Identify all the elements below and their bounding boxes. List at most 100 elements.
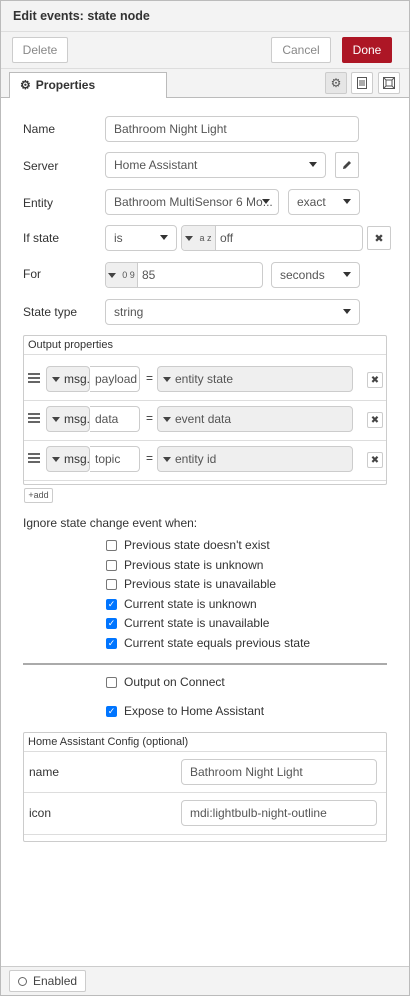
config-key: name: [29, 765, 60, 779]
dialog-footer: Enabled: [1, 966, 409, 995]
value-select[interactable]: event data: [157, 406, 353, 432]
if-state-type-button[interactable]: a z: [182, 226, 216, 250]
ha-config-row: name Bathroom Night Light: [24, 752, 386, 793]
output-on-connect-option[interactable]: Output on Connect: [106, 674, 225, 690]
ignore-option[interactable]: Previous state doesn't exist: [106, 537, 270, 553]
done-button[interactable]: Done: [342, 37, 392, 63]
ignore-option[interactable]: Previous state is unavailable: [106, 576, 276, 592]
close-icon[interactable]: ✖: [367, 452, 383, 468]
ignore-option[interactable]: ✓ Current state is unavailable: [106, 615, 269, 631]
ignore-option[interactable]: ✓ Current state equals previous state: [106, 635, 310, 651]
drag-handle-icon[interactable]: [28, 413, 40, 425]
config-value-input[interactable]: Bathroom Night Light: [181, 759, 377, 785]
enabled-toggle[interactable]: Enabled: [9, 970, 87, 992]
chevron-down-icon: [185, 235, 194, 241]
drag-handle-icon[interactable]: [28, 373, 40, 385]
checkbox-checked[interactable]: ✓: [106, 598, 117, 610]
tabs-bar: ⚙ Properties ⚙: [1, 69, 409, 98]
cancel-button[interactable]: Cancel: [271, 37, 331, 63]
if-state-label: If state: [23, 231, 60, 245]
msg-type-button[interactable]: msg.: [46, 366, 90, 392]
checkbox-checked[interactable]: ✓: [106, 617, 117, 629]
msg-prefix: msg.: [64, 452, 91, 466]
config-value-input[interactable]: mdi:lightbulb-night-outline: [181, 800, 377, 826]
tab-properties[interactable]: ⚙ Properties: [9, 72, 167, 98]
msg-prefix: msg.: [64, 372, 91, 386]
drag-handle-icon[interactable]: [28, 453, 40, 465]
server-select[interactable]: Home Assistant: [105, 152, 326, 178]
property-input[interactable]: topic: [90, 446, 140, 472]
checkbox-label: Current state is unavailable: [124, 616, 270, 630]
property-input[interactable]: payload: [90, 366, 140, 392]
entity-label: Entity: [23, 196, 54, 210]
for-unit-select[interactable]: seconds: [271, 262, 360, 288]
string-type-icon: a z: [199, 232, 212, 243]
ignore-heading: Ignore state change event when:: [23, 516, 198, 530]
close-icon[interactable]: ✖: [367, 226, 391, 250]
gear-icon[interactable]: ⚙: [325, 72, 347, 94]
output-property-row: msg. data = event data ✖: [24, 400, 386, 441]
value-select[interactable]: entity state: [157, 366, 353, 392]
if-state-value: off: [220, 231, 234, 245]
for-typed-input[interactable]: 0 9 85: [105, 262, 263, 288]
appearance-icon[interactable]: [378, 72, 400, 94]
checkbox[interactable]: [106, 539, 117, 551]
tab-properties-label: Properties: [35, 78, 96, 92]
for-value: 85: [142, 268, 156, 282]
checkbox-label: Previous state is unknown: [124, 558, 264, 572]
checkbox-label: Current state equals previous state: [124, 636, 311, 650]
checkbox[interactable]: [106, 676, 117, 688]
radio-icon: [18, 976, 27, 986]
for-type-button[interactable]: 0 9: [106, 263, 138, 287]
state-type-select[interactable]: string: [105, 299, 360, 325]
checkbox-label: Current state is unknown: [124, 597, 257, 611]
checkbox-label: Output on Connect: [124, 675, 225, 689]
entity-match-select[interactable]: exact: [288, 189, 360, 215]
checkbox-label: Previous state doesn't exist: [124, 538, 270, 552]
property-input[interactable]: data: [90, 406, 140, 432]
for-label: For: [23, 267, 41, 281]
divider: [23, 663, 387, 665]
description-icon[interactable]: [351, 72, 373, 94]
enabled-label: Enabled: [33, 974, 78, 988]
chevron-down-icon: [163, 377, 171, 382]
checkbox-label: Previous state is unavailable: [124, 577, 277, 591]
msg-type-button[interactable]: msg.: [46, 406, 90, 432]
entity-select[interactable]: Bathroom MultiSensor 6 Mo...: [105, 189, 279, 215]
chevron-down-icon: [52, 457, 60, 462]
pencil-icon[interactable]: [335, 152, 359, 178]
checkbox-checked[interactable]: ✓: [106, 705, 117, 717]
value-label: event data: [175, 412, 232, 426]
ignore-option[interactable]: Previous state is unknown: [106, 557, 263, 573]
config-key: icon: [29, 806, 52, 820]
output-property-row: msg. payload = entity state ✖: [24, 360, 386, 401]
expose-option[interactable]: ✓ Expose to Home Assistant: [106, 703, 264, 719]
state-type-label: State type: [23, 305, 78, 319]
checkbox-label: Expose to Home Assistant: [124, 704, 265, 718]
delete-button[interactable]: Delete: [12, 37, 68, 63]
edit-dialog: Edit events: state node Delete Cancel Do…: [0, 0, 410, 996]
ha-config-box: Home Assistant Config (optional) name Ba…: [23, 732, 387, 842]
checkbox-checked[interactable]: ✓: [106, 637, 117, 649]
gear-icon: ⚙: [20, 78, 31, 92]
output-property-row: msg. topic = entity id ✖: [24, 440, 386, 481]
chevron-down-icon: [52, 377, 60, 382]
add-output-property-button[interactable]: +add: [24, 488, 53, 503]
msg-prefix: msg.: [64, 412, 91, 426]
msg-type-button[interactable]: msg.: [46, 446, 90, 472]
chevron-down-icon: [52, 417, 60, 422]
chevron-down-icon: [163, 457, 171, 462]
close-icon[interactable]: ✖: [367, 372, 383, 388]
if-state-typed-input[interactable]: a z off: [181, 225, 363, 251]
if-state-operator-select[interactable]: is: [105, 225, 177, 251]
dialog-title: Edit events: state node: [1, 1, 409, 32]
chevron-down-icon: [163, 417, 171, 422]
ignore-option[interactable]: ✓ Current state is unknown: [106, 596, 257, 612]
close-icon[interactable]: ✖: [367, 412, 383, 428]
value-select[interactable]: entity id: [157, 446, 353, 472]
name-input[interactable]: Bathroom Night Light: [105, 116, 359, 142]
checkbox[interactable]: [106, 578, 117, 590]
checkbox[interactable]: [106, 559, 117, 571]
server-label: Server: [23, 159, 59, 173]
output-properties-box: Output properties msg. payload = entity …: [23, 335, 387, 485]
